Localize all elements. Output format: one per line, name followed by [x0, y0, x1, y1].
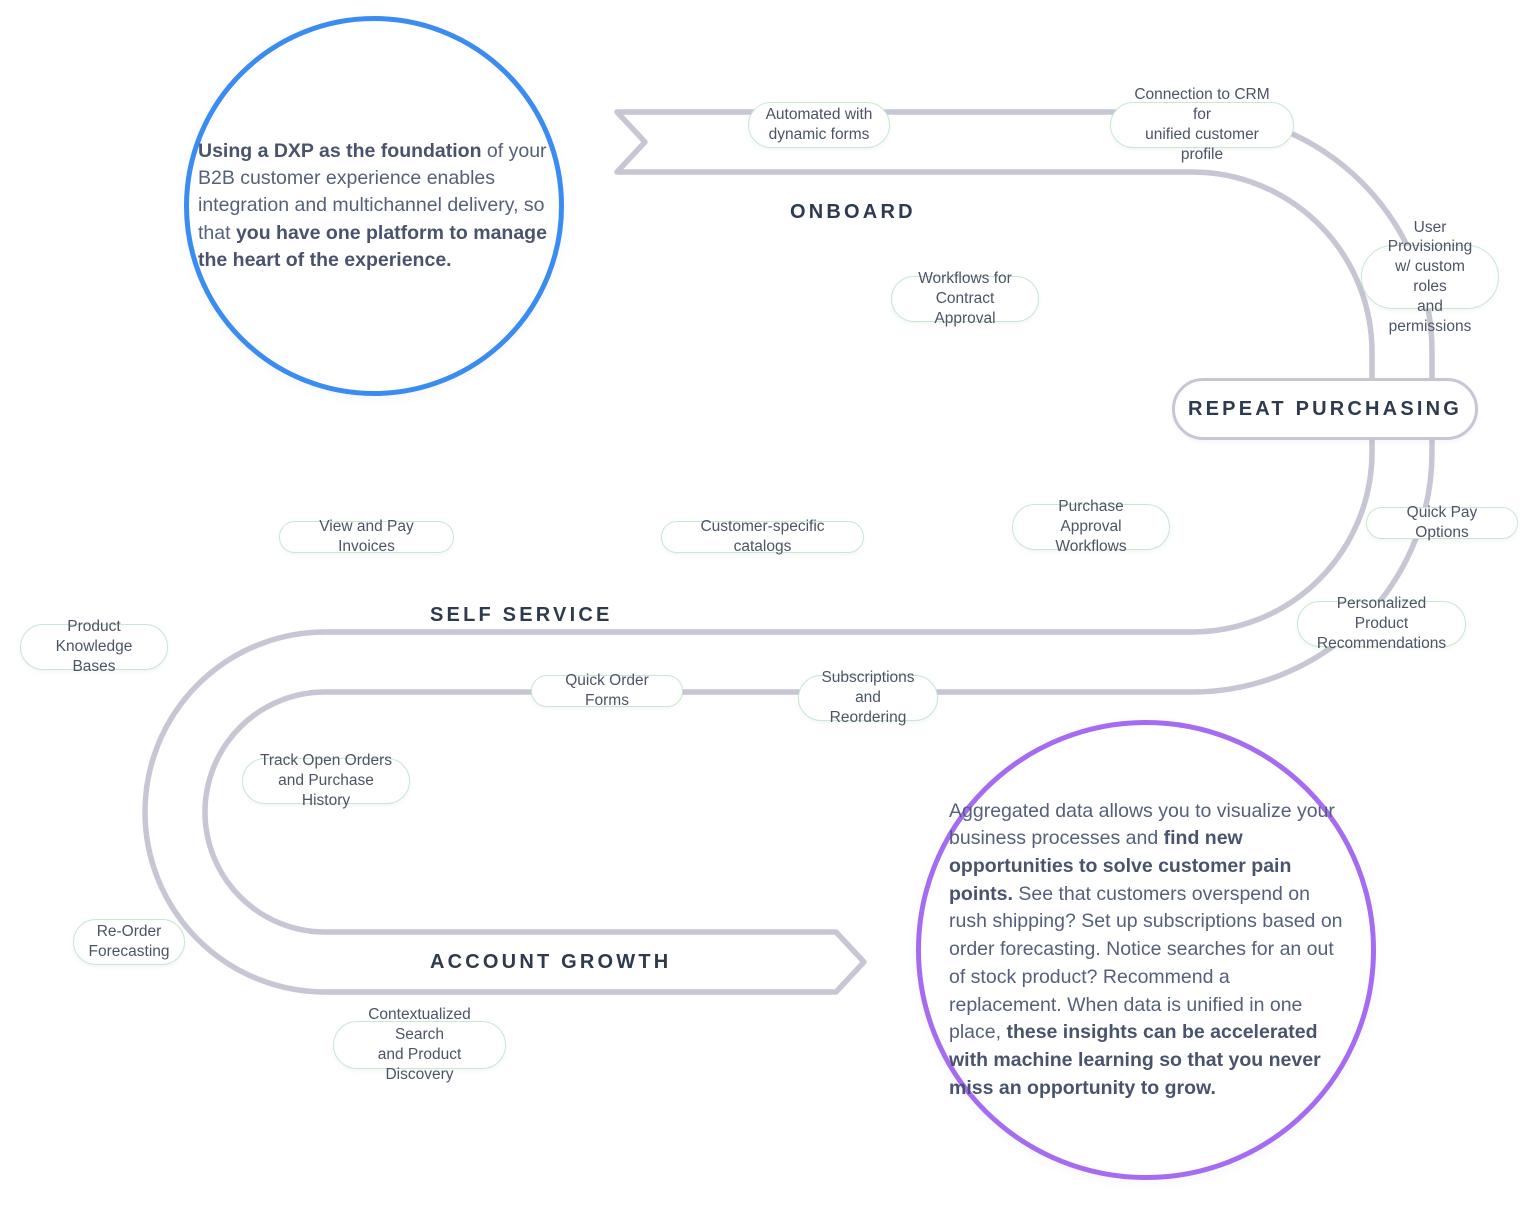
- feature-pill-label: Customer-specific catalogs: [700, 518, 825, 555]
- feature-pill-label: Track Open Orders and Purchase History: [259, 752, 393, 809]
- stage-label-self-service: SELF SERVICE: [430, 604, 613, 626]
- feature-pill-label: Subscriptions and Reordering: [821, 669, 915, 726]
- feature-pill-subscriptions-and-reordering[interactable]: Subscriptions and Reordering: [798, 669, 938, 726]
- feature-pill-label: Purchase Approval Workflows: [1055, 498, 1127, 555]
- callout-run-0: Aggregated data allows you to visualize …: [949, 799, 1335, 850]
- callout-bold-run-2: you have one platform to manage the hear…: [198, 221, 547, 271]
- callout-bold-run-0: Using a DXP as the foundation: [198, 140, 482, 163]
- callout-circle-purple: Aggregated data allows you to visualize …: [916, 720, 1376, 1180]
- feature-pill-contextualized-search[interactable]: Contextualized Search and Product Discov…: [333, 1006, 506, 1083]
- feature-pill-customer-specific-catalogs[interactable]: Customer-specific catalogs: [661, 518, 864, 555]
- stage-label-onboard: ONBOARD: [790, 201, 916, 223]
- feature-pill-label: Re-Order Forecasting: [88, 923, 170, 960]
- feature-pill-view-and-pay-invoices[interactable]: View and Pay Invoices: [279, 518, 454, 555]
- stage-label-account-growth: ACCOUNT GROWTH: [430, 951, 672, 973]
- feature-pill-label: Workflows for Contract Approval: [918, 270, 1012, 327]
- feature-pill-connection-to-crm[interactable]: Connection to CRM for unified customer p…: [1110, 86, 1294, 163]
- feature-pill-personalized-product-recs[interactable]: Personalized Product Recommendations: [1297, 595, 1466, 652]
- feature-pill-label: Connection to CRM for unified customer p…: [1134, 86, 1270, 163]
- stage-label-repeat-purchasing: REPEAT PURCHASING: [1187, 397, 1463, 420]
- callout-blue-text: Using a DXP as the foundation of your B2…: [198, 138, 550, 274]
- feature-pill-label: Contextualized Search and Product Discov…: [368, 1006, 471, 1083]
- feature-pill-workflows-contract-approval[interactable]: Workflows for Contract Approval: [891, 270, 1039, 327]
- feature-pill-label: Product Knowledge Bases: [55, 618, 133, 675]
- callout-run-2: See that customers overspend on rush shi…: [949, 882, 1343, 1044]
- feature-pill-label: Automated with dynamic forms: [765, 106, 873, 143]
- feature-pill-label: Personalized Product Recommendations: [1316, 595, 1447, 652]
- feature-pill-purchase-approval-workflows[interactable]: Purchase Approval Workflows: [1012, 498, 1170, 555]
- feature-pill-label: User Provisioning w/ custom roles and pe…: [1387, 218, 1473, 335]
- feature-pill-track-open-orders[interactable]: Track Open Orders and Purchase History: [242, 752, 410, 809]
- feature-pill-quick-order-forms[interactable]: Quick Order Forms: [531, 672, 683, 709]
- journey-diagram: ONBOARD SELF SERVICE ACCOUNT GROWTH REPE…: [0, 0, 1539, 1228]
- feature-pill-product-knowledge-bases[interactable]: Product Knowledge Bases: [20, 618, 168, 675]
- feature-pill-label: View and Pay Invoices: [319, 518, 414, 555]
- feature-pill-label: Quick Order Forms: [565, 672, 649, 709]
- stage-node-repeat-purchasing[interactable]: REPEAT PURCHASING: [1172, 378, 1478, 440]
- feature-pill-label: Quick Pay Options: [1406, 504, 1478, 541]
- feature-pill-automated-dynamic-forms[interactable]: Automated with dynamic forms: [748, 102, 890, 148]
- feature-pill-quick-pay-options[interactable]: Quick Pay Options: [1366, 504, 1518, 541]
- callout-circle-blue: Using a DXP as the foundation of your B2…: [184, 16, 564, 396]
- callout-purple-text: Aggregated data allows you to visualize …: [949, 798, 1343, 1103]
- feature-pill-re-order-forecasting[interactable]: Re-Order Forecasting: [73, 919, 185, 965]
- feature-pill-user-provisioning[interactable]: User Provisioning w/ custom roles and pe…: [1361, 219, 1499, 335]
